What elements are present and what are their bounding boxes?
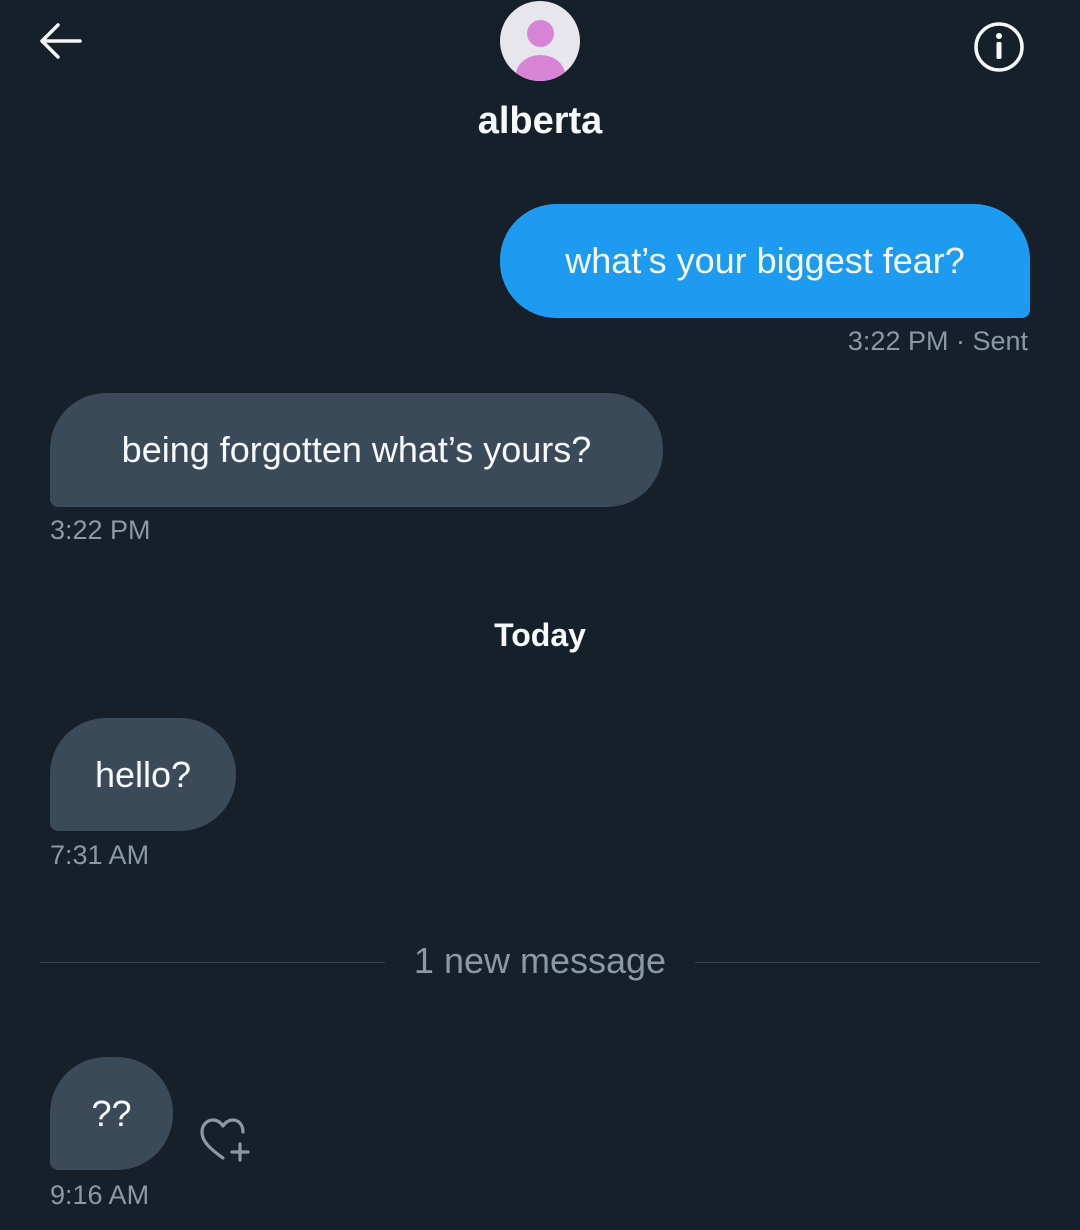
avatar[interactable] (500, 1, 580, 81)
heart-plus-icon (200, 1118, 250, 1162)
new-message-divider: 1 new message (40, 940, 1040, 984)
message-text: what’s your biggest fear? (565, 240, 965, 281)
message-text: ?? (91, 1092, 132, 1134)
message-text: being forgotten what’s yours? (121, 429, 592, 470)
new-message-label: 1 new message (413, 940, 667, 981)
sent-message-bubble[interactable]: what’s your biggest fear? (500, 204, 1030, 318)
add-reaction-button[interactable] (196, 1112, 256, 1168)
message-timestamp: 7:31 AM (50, 840, 150, 870)
received-message-bubble[interactable]: hello? (50, 718, 236, 831)
received-message-bubble[interactable]: being forgotten what’s yours? (50, 393, 663, 507)
contact-name[interactable]: alberta (0, 100, 1080, 143)
arrow-left-icon (40, 23, 82, 59)
message-timestamp: 3:22 PM (50, 515, 151, 545)
message-text: hello? (94, 753, 192, 795)
day-separator: Today (494, 617, 586, 653)
received-message-bubble[interactable]: ?? (50, 1057, 173, 1170)
message-meta: 3:22 PM · Sent (847, 326, 1028, 356)
info-circle-icon (974, 22, 1024, 72)
avatar-head (527, 20, 554, 47)
message-timestamp: 9:16 AM (50, 1180, 150, 1210)
conversation-screen: alberta what’s your biggest fear? 3:22 P… (0, 0, 1080, 1230)
avatar-shoulders (516, 55, 565, 81)
info-button[interactable] (970, 18, 1028, 76)
back-button[interactable] (30, 14, 90, 68)
